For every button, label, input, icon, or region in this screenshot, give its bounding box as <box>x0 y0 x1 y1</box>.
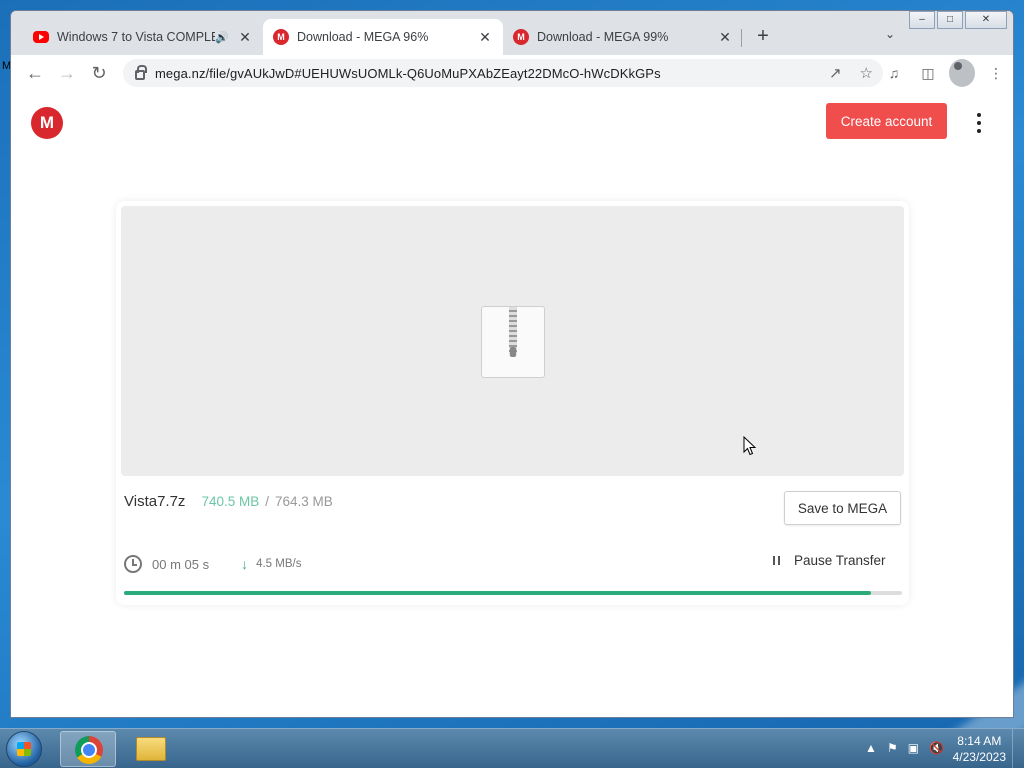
window-controls: – □ ✕ <box>907 11 1007 29</box>
media-control-icon[interactable]: ♫ <box>881 59 907 87</box>
folder-icon <box>136 737 166 761</box>
speaker-icon[interactable]: 🔊 <box>215 31 229 44</box>
save-to-mega-button[interactable]: Save to MEGA <box>784 491 901 525</box>
maximize-icon[interactable]: □ <box>937 11 963 29</box>
progress-bar <box>124 591 902 595</box>
more-options-icon[interactable] <box>969 111 989 135</box>
close-tab-icon[interactable]: ✕ <box>717 29 733 46</box>
lock-icon[interactable] <box>135 65 147 80</box>
tab-strip: Windows 7 to Vista COMPLE 🔊 ✕ M Download… <box>11 11 1013 55</box>
tray-date: 4/23/2023 <box>952 750 1006 764</box>
close-window-icon[interactable]: ✕ <box>965 11 1007 29</box>
browser-right-tools: ♫ ◫ ⋮ <box>881 59 1009 87</box>
tab-search-chevron-icon[interactable]: ⌄ <box>885 27 895 41</box>
page-content: M Create account Vista7.7z 740.5 MB / 76… <box>11 91 1013 717</box>
new-tab-icon[interactable]: + <box>751 25 775 48</box>
browser-toolbar: ← → ↻ mega.nz/file/gvAUkJwD#UEHUWsUOMLk-… <box>11 55 1013 91</box>
zip-file-icon <box>481 306 545 378</box>
reload-icon[interactable]: ↻ <box>83 57 115 89</box>
show-desktop-button[interactable] <box>1012 729 1024 768</box>
profile-icon[interactable] <box>949 59 975 87</box>
download-card: Vista7.7z 740.5 MB / 764.3 MB Save to ME… <box>116 201 909 605</box>
mega-logo[interactable]: M <box>31 107 63 139</box>
tab-title: Windows 7 to Vista COMPLE <box>57 30 216 44</box>
taskbar-explorer[interactable] <box>124 731 180 767</box>
close-tab-icon[interactable]: ✕ <box>477 29 493 46</box>
taskbar-chrome[interactable] <box>60 731 116 767</box>
download-arrow-icon: ↓ <box>241 556 249 572</box>
close-tab-icon[interactable]: ✕ <box>237 29 253 46</box>
file-name: Vista7.7z <box>124 493 186 510</box>
transfer-stats: 00 m 05 s ↓ 4.5 MB/s <box>124 555 301 573</box>
create-account-button[interactable]: Create account <box>826 103 947 139</box>
tab-separator <box>741 29 742 47</box>
minimize-icon[interactable]: – <box>909 11 935 29</box>
address-bar[interactable]: mega.nz/file/gvAUkJwD#UEHUWsUOMLk-Q6UoMu… <box>123 59 883 87</box>
forward-icon[interactable]: → <box>51 57 83 89</box>
downloaded-size: 740.5 MB <box>201 494 260 509</box>
taskbar: ▲ ⚑ ▣ 🔇 8:14 AM 4/23/2023 <box>0 728 1024 768</box>
share-icon[interactable]: ↗ <box>829 64 842 82</box>
file-info: Vista7.7z 740.5 MB / 764.3 MB <box>124 493 333 510</box>
pause-icon <box>773 556 780 565</box>
chrome-icon <box>75 736 103 764</box>
clock-icon <box>124 555 142 573</box>
tab-title: Download - MEGA 99% <box>537 30 669 44</box>
total-size: 764.3 MB <box>275 494 333 509</box>
omnibox-actions: ↗ ☆ <box>829 64 873 82</box>
browser-menu-icon[interactable]: ⋮ <box>983 59 1009 87</box>
youtube-icon <box>33 31 49 43</box>
url-text[interactable]: mega.nz/file/gvAUkJwD#UEHUWsUOMLk-Q6UoMu… <box>155 66 661 81</box>
pause-transfer-button[interactable]: Pause Transfer <box>773 553 886 568</box>
start-button[interactable] <box>6 731 42 767</box>
system-tray: ▲ ⚑ ▣ 🔇 <box>865 741 944 755</box>
zipper-icon <box>509 307 517 357</box>
tab-mega-99[interactable]: M Download - MEGA 99% ✕ <box>503 19 743 55</box>
tray-time: 8:14 AM <box>957 734 1002 748</box>
back-icon[interactable]: ← <box>19 57 51 89</box>
size-separator: / <box>265 494 269 509</box>
file-preview <box>121 206 904 476</box>
tab-title: Download - MEGA 96% <box>297 30 429 44</box>
side-panel-icon[interactable]: ◫ <box>915 59 941 87</box>
progress-fill <box>124 591 871 595</box>
action-center-icon[interactable]: ⚑ <box>887 741 898 755</box>
mouse-cursor-icon <box>743 436 757 456</box>
tab-mega-96[interactable]: M Download - MEGA 96% ✕ <box>263 19 503 55</box>
pause-label: Pause Transfer <box>794 553 886 568</box>
bookmark-star-icon[interactable]: ☆ <box>860 64 873 82</box>
show-hidden-icons-icon[interactable]: ▲ <box>865 741 877 755</box>
volume-muted-icon[interactable]: 🔇 <box>929 741 944 755</box>
mega-icon: M <box>273 29 289 45</box>
transfer-speed: 4.5 MB/s <box>256 558 302 570</box>
network-icon[interactable]: ▣ <box>908 741 919 755</box>
browser-window: Windows 7 to Vista COMPLE 🔊 ✕ M Download… <box>10 10 1014 718</box>
tray-clock[interactable]: 8:14 AM 4/23/2023 <box>953 733 1006 765</box>
time-remaining: 00 m 05 s <box>152 556 210 572</box>
tab-youtube[interactable]: Windows 7 to Vista COMPLE 🔊 ✕ <box>23 19 263 55</box>
mega-icon: M <box>513 29 529 45</box>
